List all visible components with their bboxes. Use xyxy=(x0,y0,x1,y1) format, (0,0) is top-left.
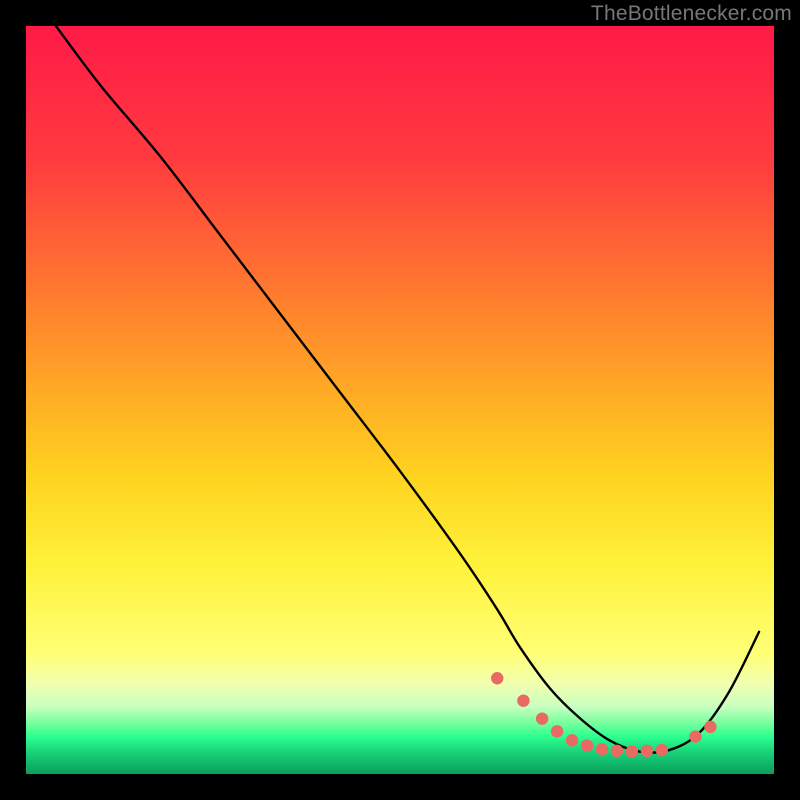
data-marker xyxy=(611,745,623,757)
data-marker xyxy=(641,745,653,757)
gradient-background xyxy=(26,26,774,774)
data-marker xyxy=(596,743,608,755)
data-marker xyxy=(689,730,701,742)
data-marker xyxy=(566,734,578,746)
chart-svg xyxy=(26,26,774,774)
chart-frame xyxy=(26,26,774,774)
data-marker xyxy=(656,744,668,756)
data-marker xyxy=(626,745,638,757)
data-marker xyxy=(491,672,503,684)
watermark-text: TheBottlenecker.com xyxy=(591,2,792,26)
data-marker xyxy=(704,721,716,733)
data-marker xyxy=(517,694,529,706)
data-marker xyxy=(551,725,563,737)
data-marker xyxy=(536,712,548,724)
data-marker xyxy=(581,739,593,751)
